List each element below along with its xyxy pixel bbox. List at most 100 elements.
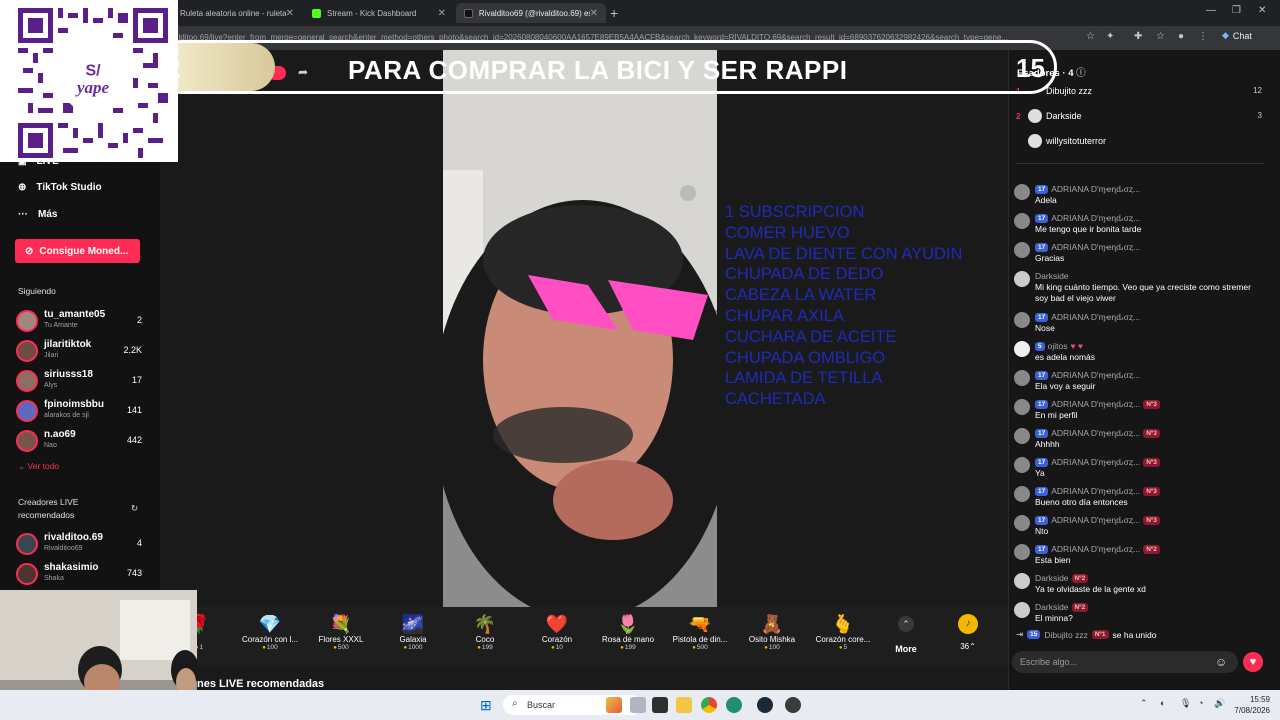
extension-icon[interactable]: ✦ — [1106, 31, 1114, 42]
gift-item[interactable]: ❤️ Corazón 10 — [522, 613, 592, 651]
tray-app-icon[interactable]: ◐ — [1160, 698, 1165, 708]
user-name: n.ao69 — [44, 429, 76, 440]
app-icon[interactable] — [652, 697, 668, 713]
chat-user[interactable]: ADRIANA D'ɱҽɳԃσȥ... — [1051, 312, 1140, 322]
chat-user[interactable]: ADRIANA D'ɱҽɳԃσȥ... — [1051, 370, 1140, 380]
gift-name: Rosa de mano — [601, 635, 655, 644]
obs-icon[interactable] — [785, 697, 801, 713]
chat-text: Nose — [1035, 323, 1055, 333]
chat-user[interactable]: ADRIANA D'ɱҽɳԃσȥ... — [1051, 242, 1140, 252]
gift-item[interactable]: 🌌 Galaxia 1000 — [378, 613, 448, 651]
sidebar-user[interactable]: rivalditoo.69 Rivalditoo69 4 — [16, 531, 142, 557]
like-heart-button[interactable]: ♥ — [1243, 652, 1263, 672]
file-explorer-icon[interactable] — [676, 697, 692, 713]
sidebar-item-more[interactable]: ··· Más — [18, 209, 57, 220]
viewer-row[interactable]: 2 Darkside 3 — [1016, 108, 1266, 126]
chat-user[interactable]: ADRIANA D'ɱҽɳԃσȥ... — [1051, 457, 1140, 467]
microphone-icon[interactable]: 🎙 — [1180, 698, 1191, 709]
level-badge: 17 — [1035, 486, 1049, 496]
chrome-icon[interactable] — [701, 697, 717, 713]
maximize-icon[interactable]: ❐ — [1232, 5, 1241, 16]
chat-user[interactable]: ADRIANA D'ɱҽɳԃσȥ... — [1051, 544, 1140, 554]
star-icon[interactable]: ☆ — [1086, 31, 1095, 42]
close-window-icon[interactable]: ✕ — [1258, 5, 1266, 16]
chat-user[interactable]: Darkside — [1035, 271, 1069, 281]
chat-text: Gracias — [1035, 253, 1065, 263]
chat-user[interactable]: ADRIANA D'ɱҽɳԃσȥ... — [1051, 213, 1140, 223]
gift-item[interactable]: 🫰 Corazón core... 5 — [808, 613, 878, 651]
menu-icon[interactable]: ⋮ — [1198, 31, 1208, 42]
viewer-name: willysitotuterror — [1046, 136, 1107, 146]
get-coins-button[interactable]: ⊘ Consigue Moned... — [15, 239, 140, 263]
chat-input[interactable]: Escribe algo... — [1012, 651, 1238, 673]
gift-item[interactable]: 🌷 Rosa de mano 199 — [593, 613, 663, 651]
close-icon[interactable]: ✕ — [590, 8, 598, 19]
gift-item[interactable]: 🔫 Pistola de din... 500 — [665, 613, 735, 651]
volume-icon[interactable]: 🔊 — [1214, 698, 1225, 709]
rank-badge: Nº3 — [1143, 486, 1160, 496]
viewer-count: 4 — [136, 538, 142, 548]
wifi-icon[interactable]: ◔ — [1198, 698, 1203, 708]
live-video[interactable] — [443, 50, 717, 607]
sidebar-user[interactable]: tu_amante05 Tu Amante 2 — [16, 308, 142, 334]
gift-item[interactable]: 🧸 Osito Mishka 100 — [737, 613, 807, 651]
system-clock[interactable]: 15:59 7/08/2026 — [1230, 694, 1270, 716]
see-all-link[interactable]: ⌄ Ver todo — [18, 461, 59, 472]
gift-price: 500 — [306, 644, 376, 651]
gift-name: Corazón con l... — [241, 635, 299, 644]
sidebar-user[interactable]: jilaritiktok Jilari 2.2K — [16, 338, 142, 364]
sidebar-user[interactable]: shakasimio Shaka 743 — [16, 561, 142, 587]
level-badge: 17 — [1035, 457, 1049, 467]
chat-user[interactable]: ADRIANA D'ɱҽɳԃσȥ... — [1051, 428, 1140, 438]
gift-item[interactable]: 💐 Flores XXXL 500 — [306, 613, 376, 651]
tab-ruleta[interactable]: Ruleta aleatoria online - ruleta de ✕ — [172, 3, 302, 23]
chat-user[interactable]: ADRIANA D'ɱҽɳԃσȥ... — [1051, 515, 1140, 525]
chat-user[interactable]: ADRIANA D'ɱҽɳԃσȥ... — [1051, 184, 1140, 194]
tray-chevron-icon[interactable]: ⌃ — [1140, 698, 1148, 709]
task-view-icon[interactable] — [630, 697, 646, 713]
viewer-row[interactable]: 1 Dibujito zzz 12 — [1016, 83, 1266, 101]
sidebar-user[interactable]: siriusss18 Alys 17 — [16, 368, 142, 394]
avatar — [1014, 544, 1030, 560]
coin-balance-button[interactable]: ♪ 36⌃ — [950, 614, 986, 651]
chat-user[interactable]: ADRIANA D'ɱҽɳԃσȥ... — [1051, 486, 1140, 496]
chat-text: Ahhhh — [1035, 439, 1060, 449]
avatar — [1028, 134, 1042, 148]
chat-text: Me tengo que ir bonita tarde — [1035, 224, 1142, 234]
chat-user[interactable]: Darkside — [1035, 602, 1069, 612]
chat-user[interactable]: ojitos — [1048, 341, 1068, 351]
close-icon[interactable]: ✕ — [438, 8, 446, 19]
tab-kick[interactable]: Stream - Kick Dashboard ✕ — [304, 3, 454, 23]
tab-tiktok[interactable]: Rivalditoo69 (@rivalditoo.69) está ✕ — [456, 3, 606, 23]
refresh-icon[interactable]: ↻ — [131, 503, 138, 514]
info-icon[interactable]: ⓘ — [1076, 68, 1086, 79]
puzzle-icon[interactable]: ✚ — [1134, 31, 1142, 42]
browser-tabbar: Ruleta aleatoria online - ruleta de ✕ St… — [0, 0, 1280, 26]
new-tab-icon[interactable]: + — [610, 5, 618, 21]
close-icon[interactable]: ✕ — [286, 8, 294, 19]
gift-item[interactable]: 🌴 Coco 199 — [450, 613, 520, 651]
widgets-icon[interactable] — [606, 697, 622, 713]
flowers-icon: 💐 — [329, 614, 353, 634]
windows-start-icon[interactable]: ⊞ — [480, 697, 496, 713]
minimize-icon[interactable]: — — [1206, 5, 1216, 16]
avatar — [1014, 399, 1030, 415]
chat-user[interactable]: ADRIANA D'ɱҽɳԃσȥ... — [1051, 399, 1140, 409]
coin-balance: 36⌃ — [950, 642, 986, 651]
edge-icon[interactable] — [726, 697, 742, 713]
gift-item[interactable]: 💎 Corazón con l... 100 — [235, 613, 305, 651]
emoji-icon[interactable]: ☺ — [1215, 655, 1227, 669]
sidebar-user[interactable]: n.ao69 Nao 442 — [16, 428, 142, 454]
sidebar-item-studio[interactable]: ⊕ TikTok Studio — [18, 182, 102, 193]
more-gifts-button[interactable]: ⌃ More — [893, 616, 919, 654]
join-user[interactable]: Dibujito zzz — [1044, 630, 1087, 640]
steam-icon[interactable] — [757, 697, 773, 713]
sidebar-user[interactable]: fpinoimsbbu alarakos de sjl 141 — [16, 398, 142, 424]
viewer-row[interactable]: willysitotuterror — [1016, 133, 1266, 151]
divider — [1016, 163, 1264, 164]
chat-user[interactable]: Darkside — [1035, 573, 1069, 583]
bookmarks-icon[interactable]: ☆ — [1156, 31, 1165, 42]
chat-button[interactable]: ◆ Chat — [1222, 30, 1252, 41]
gift-price: 100 — [235, 644, 305, 651]
profile-icon[interactable]: ● — [1178, 31, 1184, 42]
